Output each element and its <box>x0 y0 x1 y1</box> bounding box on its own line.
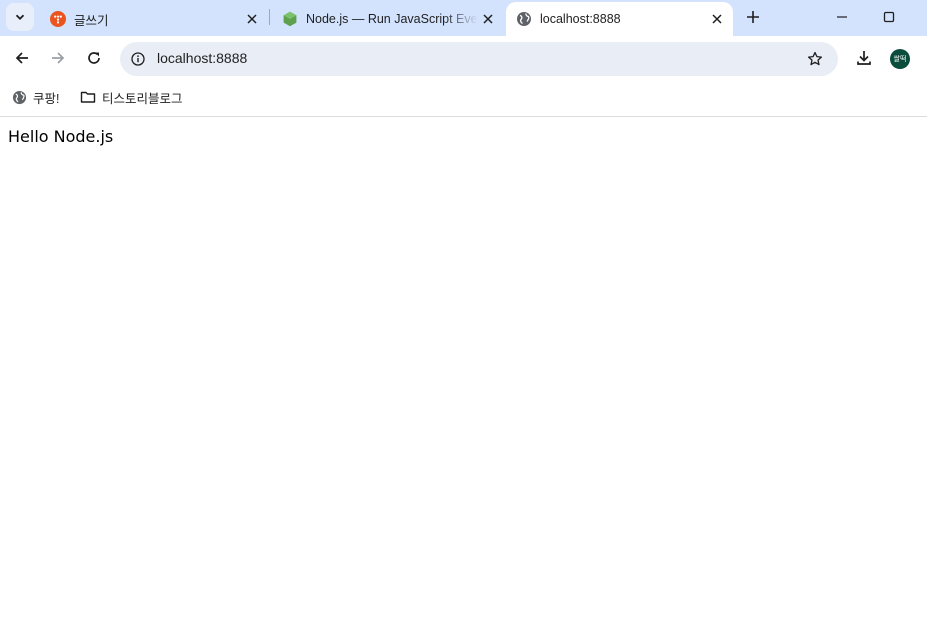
reload-button[interactable] <box>82 46 106 70</box>
back-arrow-icon <box>15 52 28 64</box>
forward-button[interactable] <box>46 46 70 70</box>
close-tab-icon[interactable] <box>707 9 727 29</box>
download-icon <box>857 51 871 65</box>
bookmark-label: 티스토리블로그 <box>102 91 183 106</box>
tistory-icon <box>50 11 66 27</box>
tab-title: 글쓰기 <box>74 13 109 28</box>
bookmark-coupang[interactable]: 쿠팡! <box>11 87 59 107</box>
page-content: Hello Node.js <box>0 117 927 626</box>
tab-title: Node.js — Run JavaScript Eve <box>306 12 478 26</box>
forward-arrow-icon <box>52 52 65 64</box>
bookmark-star-icon[interactable] <box>806 50 824 68</box>
tab-search-button[interactable] <box>6 3 34 31</box>
nodejs-icon <box>282 11 298 27</box>
reload-icon <box>88 52 100 64</box>
globe-icon <box>516 11 532 27</box>
page-body-text: Hello Node.js <box>8 127 114 146</box>
site-info-icon[interactable] <box>129 50 147 68</box>
avatar-text: 쌀떡 <box>893 55 907 63</box>
tab-localhost[interactable]: localhost:8888 <box>506 2 733 36</box>
tab-nodejs[interactable]: Node.js — Run JavaScript Eve <box>272 2 504 36</box>
profile-avatar[interactable]: 쌀떡 <box>890 49 910 69</box>
close-tab-icon[interactable] <box>478 9 498 29</box>
folder-icon <box>80 89 96 105</box>
browser-toolbar: localhost:8888 쌀떡 <box>0 36 927 80</box>
tab-title: localhost:8888 <box>540 12 621 26</box>
new-tab-button[interactable] <box>741 5 765 29</box>
chevron-down-icon <box>15 14 25 20</box>
tab-tistory[interactable]: 글쓰기 <box>40 2 268 36</box>
downloads-button[interactable] <box>852 46 876 70</box>
back-button[interactable] <box>10 46 34 70</box>
maximize-button[interactable] <box>877 5 901 29</box>
minimize-icon <box>837 16 847 18</box>
minimize-button[interactable] <box>830 5 854 29</box>
tab-separator <box>269 9 270 25</box>
globe-icon <box>11 89 27 105</box>
tab-strip: 글쓰기 Node.js — Run JavaScript Eve localho… <box>0 0 927 36</box>
bookmark-folder-tistory-blog[interactable]: 티스토리블로그 <box>80 87 183 107</box>
url-text[interactable]: localhost:8888 <box>157 50 247 66</box>
bookmark-label: 쿠팡! <box>33 91 60 106</box>
close-tab-icon[interactable] <box>242 9 262 29</box>
bookmarks-bar: 쿠팡! 티스토리블로그 <box>0 80 927 117</box>
maximize-icon <box>883 11 895 23</box>
address-bar[interactable]: localhost:8888 <box>120 42 838 76</box>
plus-icon <box>747 11 759 23</box>
